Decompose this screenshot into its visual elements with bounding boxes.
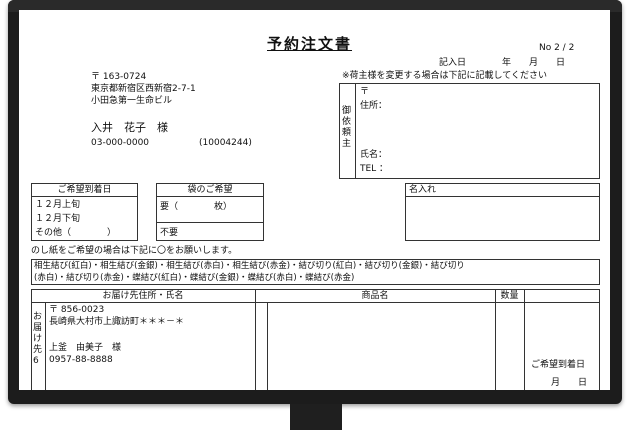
bag-header: 袋のご希望 <box>187 185 233 195</box>
requester-name-label: 氏名： <box>360 150 388 160</box>
col-header-address: お届け先住所・氏名 <box>102 291 184 301</box>
bag-option-none[interactable]: 不要 <box>160 228 178 239</box>
requester-label: 御依頼主 <box>342 106 352 149</box>
table-row-label-divider <box>45 302 46 390</box>
entry-date: 記入日 年 月 日 <box>439 58 566 68</box>
delivery-date-divider <box>31 196 138 197</box>
row-arrival-value[interactable]: 月 日 <box>551 378 587 389</box>
customer-postal: 〒 163-0724 <box>91 72 147 82</box>
form-title: 予約注文書 <box>267 35 353 53</box>
noshi-options-line-1: 相生結び(紅白)・相生結び(金銀)・相生結び(赤白)・相生結び(赤金)・結び切り… <box>34 261 465 271</box>
monitor: 予約注文書 No 2 / 2 記入日 年 月 日 ※荷主様を変更する場合は下記に… <box>0 0 630 430</box>
table-col-divider-1 <box>255 289 256 390</box>
bag-divider-1 <box>156 196 264 197</box>
delivery-option-early-dec[interactable]: １２月上旬 <box>35 200 80 211</box>
delivery-date-header: ご希望到着日 <box>57 185 112 195</box>
monitor-stand <box>290 404 342 430</box>
requester-tel-label: TEL ： <box>360 164 389 174</box>
row-phone: 0957-88-8888 <box>49 355 113 365</box>
customer-phone: 03-000-0000 <box>91 138 150 148</box>
table-col-divider-3 <box>524 289 525 390</box>
requester-divider <box>355 83 356 179</box>
col-header-qty: 数量 <box>500 291 519 301</box>
table-col-divider-1b <box>267 302 268 390</box>
requester-postal-mark: 〒 <box>360 87 370 97</box>
page-number: No 2 / 2 <box>539 43 575 53</box>
engraving-divider <box>405 196 600 197</box>
noshi-note: のし紙をご希望の場合は下記に〇をお願いします。 <box>31 246 238 256</box>
bag-option-need[interactable]: 要（ 枚） <box>160 202 232 213</box>
order-form-screen: 予約注文書 No 2 / 2 記入日 年 月 日 ※荷主様を変更する場合は下記に… <box>19 10 610 390</box>
row-address: 長崎県大村市上諏訪町＊＊＊－＊ <box>49 317 185 327</box>
delivery-option-late-dec[interactable]: １２月下旬 <box>35 214 80 225</box>
customer-id: (10004244) <box>199 138 252 148</box>
customer-address-2: 小田急第一生命ビル <box>91 96 173 106</box>
row-label: お届け先6 <box>33 312 43 366</box>
table-header-divider <box>31 302 600 303</box>
customer-address-1: 東京都新宿区西新宿2-7-1 <box>91 84 196 94</box>
recipient-note: ※荷主様を変更する場合は下記に記載してください <box>342 71 548 81</box>
customer-name: 入井 花子 様 <box>91 121 168 134</box>
row-name: 上釜 由美子 様 <box>49 343 122 353</box>
delivery-table <box>31 289 600 390</box>
requester-address-label: 住所： <box>360 101 388 111</box>
col-header-product: 商品名 <box>361 291 389 301</box>
bag-divider-2 <box>156 222 264 223</box>
noshi-options-line-2: (赤白)・結び切り(赤金)・蝶結び(紅白)・蝶結び(金銀)・蝶結び(赤白)・蝶結… <box>34 273 355 283</box>
row-arrival-label: ご希望到着日 <box>531 360 586 370</box>
row-postal: 〒 856-0023 <box>49 305 105 315</box>
delivery-option-other[interactable]: その他（ ） <box>35 228 116 239</box>
table-col-divider-2 <box>495 289 496 390</box>
engraving-header: 名入れ <box>409 185 437 195</box>
